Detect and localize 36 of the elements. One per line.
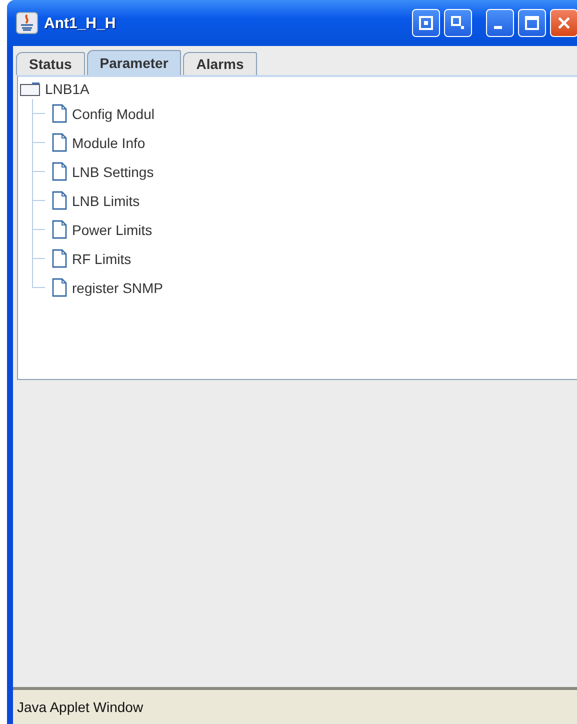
square-icon (451, 16, 465, 30)
tree-node[interactable]: Config Modul (72, 106, 154, 122)
tree-node[interactable]: Module Info (72, 134, 146, 150)
tree-line (32, 99, 47, 128)
tree-line (32, 128, 47, 157)
tab[interactable]: Alarms (183, 52, 257, 75)
tree-node[interactable]: LNB1A (45, 81, 90, 97)
document-icon (52, 133, 67, 152)
tree-line (32, 215, 47, 244)
document-icon (52, 104, 67, 123)
tree-node[interactable]: RF Limits (72, 250, 132, 266)
document-icon (52, 162, 67, 181)
tab[interactable]: Parameter (86, 50, 182, 75)
minimize-button[interactable] (486, 9, 514, 37)
minimize-icon (494, 26, 502, 28)
tree-line (32, 186, 47, 215)
document-icon (52, 191, 67, 210)
restore-button[interactable] (412, 9, 440, 37)
tab[interactable]: Status (16, 52, 85, 75)
document-icon (52, 220, 67, 239)
document-icon (52, 249, 67, 268)
java-icon (16, 12, 38, 34)
tree-node[interactable]: Power Limits (72, 222, 152, 238)
square-icon (419, 16, 433, 30)
tree-node[interactable]: register SNMP (72, 280, 164, 296)
dock-button[interactable] (444, 9, 472, 37)
tree-line (32, 157, 47, 186)
window-title: Ant1_H_H (44, 14, 116, 32)
document-icon (52, 278, 67, 297)
tree-node[interactable]: LNB Settings (72, 164, 154, 180)
status-text: Java Applet Window (17, 699, 144, 715)
close-button[interactable] (550, 9, 577, 37)
maximize-icon (525, 16, 539, 30)
tree-node[interactable]: LNB Limits (72, 192, 140, 208)
maximize-button[interactable] (518, 9, 546, 37)
close-icon (557, 16, 571, 30)
